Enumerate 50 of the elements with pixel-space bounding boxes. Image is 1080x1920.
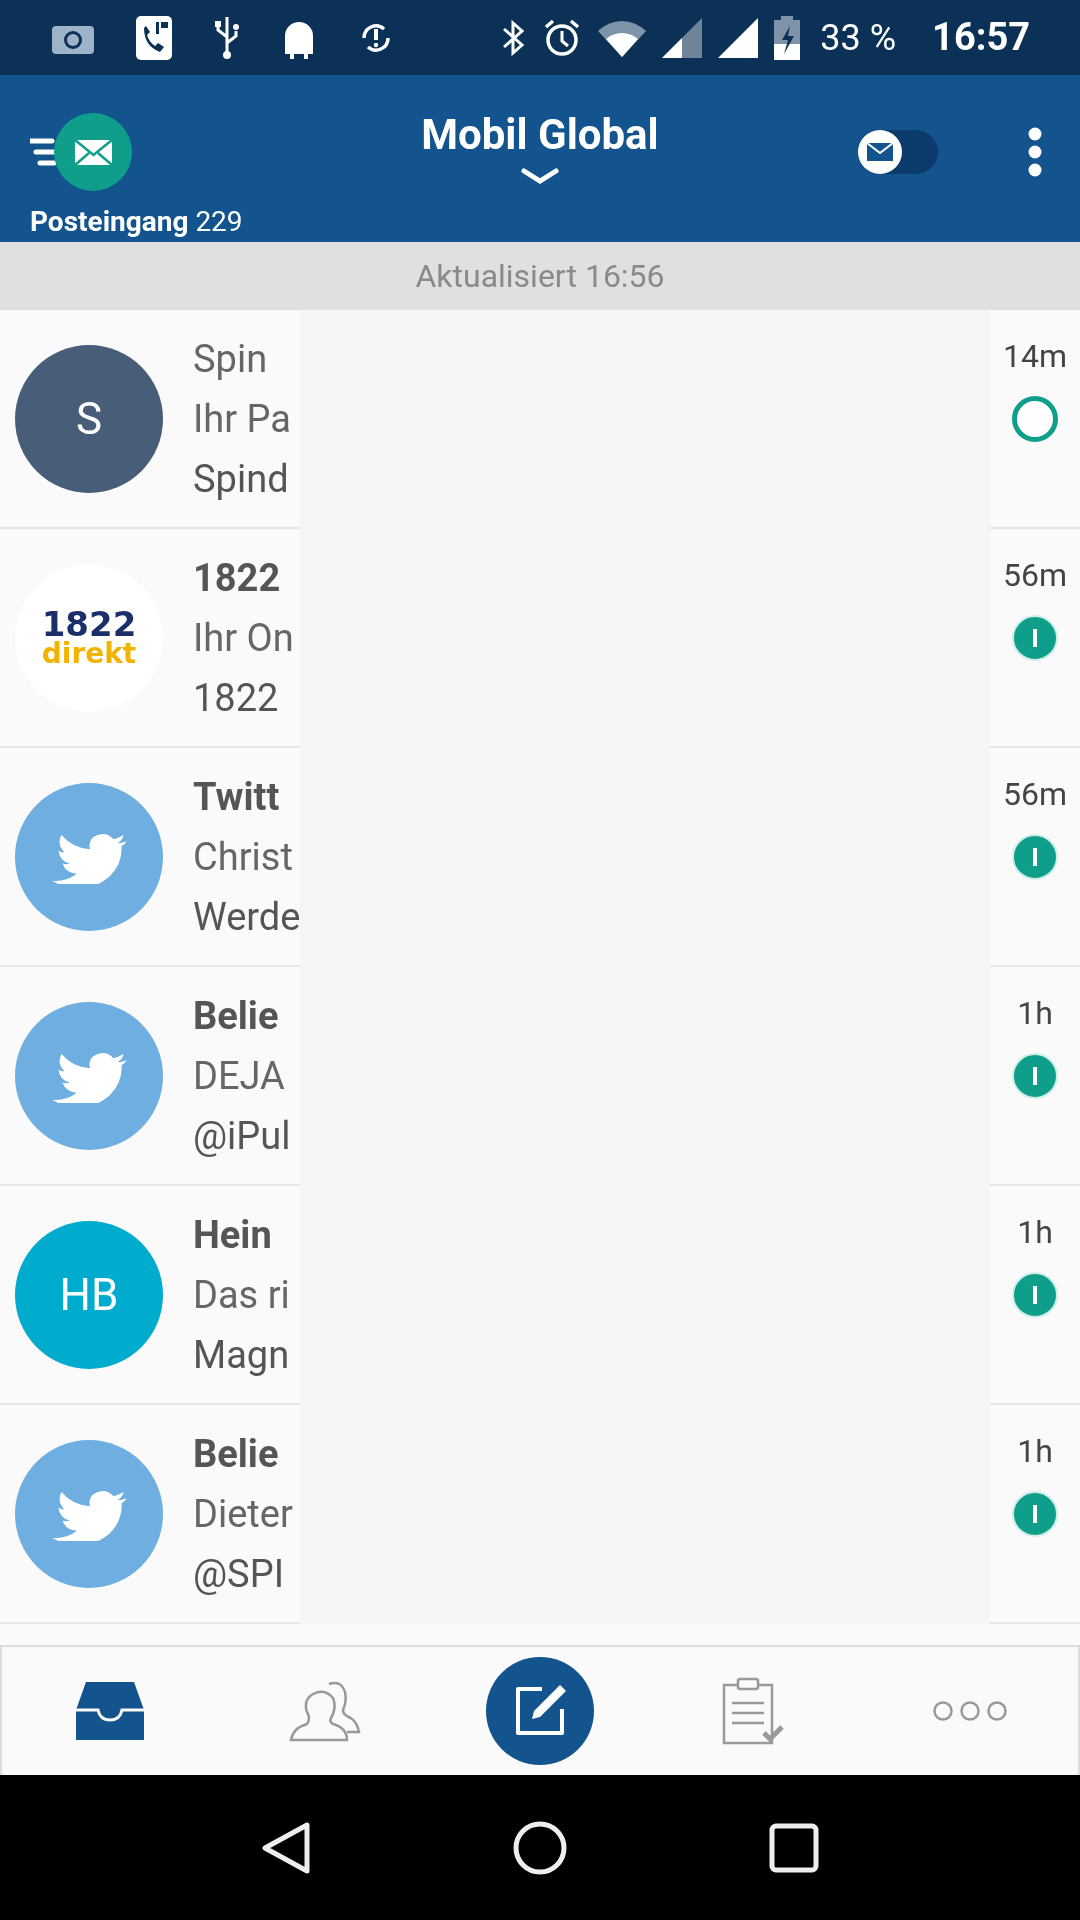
- message-age: 14m: [1003, 336, 1067, 377]
- subject-line: DEJA: [193, 1052, 286, 1100]
- sender-name: Belie: [193, 992, 280, 1040]
- folder-label[interactable]: Posteingang 229: [30, 201, 300, 243]
- avatar: S: [15, 344, 163, 493]
- preview-line: @SPI: [193, 1550, 285, 1598]
- preview-line: Magn: [193, 1331, 290, 1379]
- sender-name: Twitt: [193, 773, 281, 821]
- contacts-icon[interactable]: [288, 1680, 361, 1742]
- sender-name: Spin: [193, 335, 269, 383]
- subject-line: Das ri: [193, 1271, 290, 1319]
- wifi-icon: [598, 18, 647, 57]
- subject-line: Dieter: [193, 1490, 293, 1538]
- message-age: 1h: [1017, 1212, 1053, 1253]
- home-icon[interactable]: [513, 1820, 567, 1875]
- signal-icon: [662, 17, 703, 58]
- overflow-menu-icon[interactable]: [1028, 127, 1042, 177]
- preview-line: Werde: [193, 893, 300, 941]
- preview-line: @iPul: [193, 1112, 291, 1160]
- logo-text: 1822: [41, 607, 137, 640]
- subject-line: Ihr Pa: [193, 395, 291, 443]
- sender-name: 1822: [193, 554, 282, 602]
- message-age: 1h: [1017, 993, 1053, 1034]
- signal-icon: [718, 17, 759, 58]
- more-icon[interactable]: [933, 1700, 1008, 1722]
- mail-toggle[interactable]: [858, 130, 938, 174]
- sender-name: Hein: [193, 1211, 273, 1259]
- usb-icon: [212, 14, 242, 61]
- message-age: 56m: [1003, 774, 1067, 815]
- recents-icon[interactable]: [769, 1822, 819, 1873]
- phone-icon: [136, 15, 172, 60]
- sync-banner: Aktualisiert 16:56: [0, 242, 1080, 310]
- unread-indicator[interactable]: [1012, 396, 1058, 442]
- account-title: Mobil Global: [421, 109, 659, 161]
- message-age: 56m: [1003, 555, 1067, 596]
- subject-line: Ihr On: [193, 614, 294, 662]
- message-age: 1h: [1017, 1431, 1053, 1472]
- clock: 16:57: [932, 14, 1030, 61]
- logo-text: direkt: [41, 639, 137, 668]
- preview-line: Spind: [193, 455, 290, 503]
- back-icon[interactable]: [261, 1820, 311, 1875]
- inbox-icon[interactable]: [75, 1682, 144, 1740]
- mail-icon: [866, 142, 894, 162]
- preview-line: 1822: [193, 674, 280, 722]
- avatar: HB: [15, 1220, 163, 1369]
- battery-percentage: 33 %: [820, 15, 897, 61]
- mail-account-icon[interactable]: [30, 113, 132, 191]
- subject-line: Christ: [193, 833, 294, 881]
- sender-name: Belie: [193, 1430, 280, 1478]
- battery-icon: [774, 15, 801, 60]
